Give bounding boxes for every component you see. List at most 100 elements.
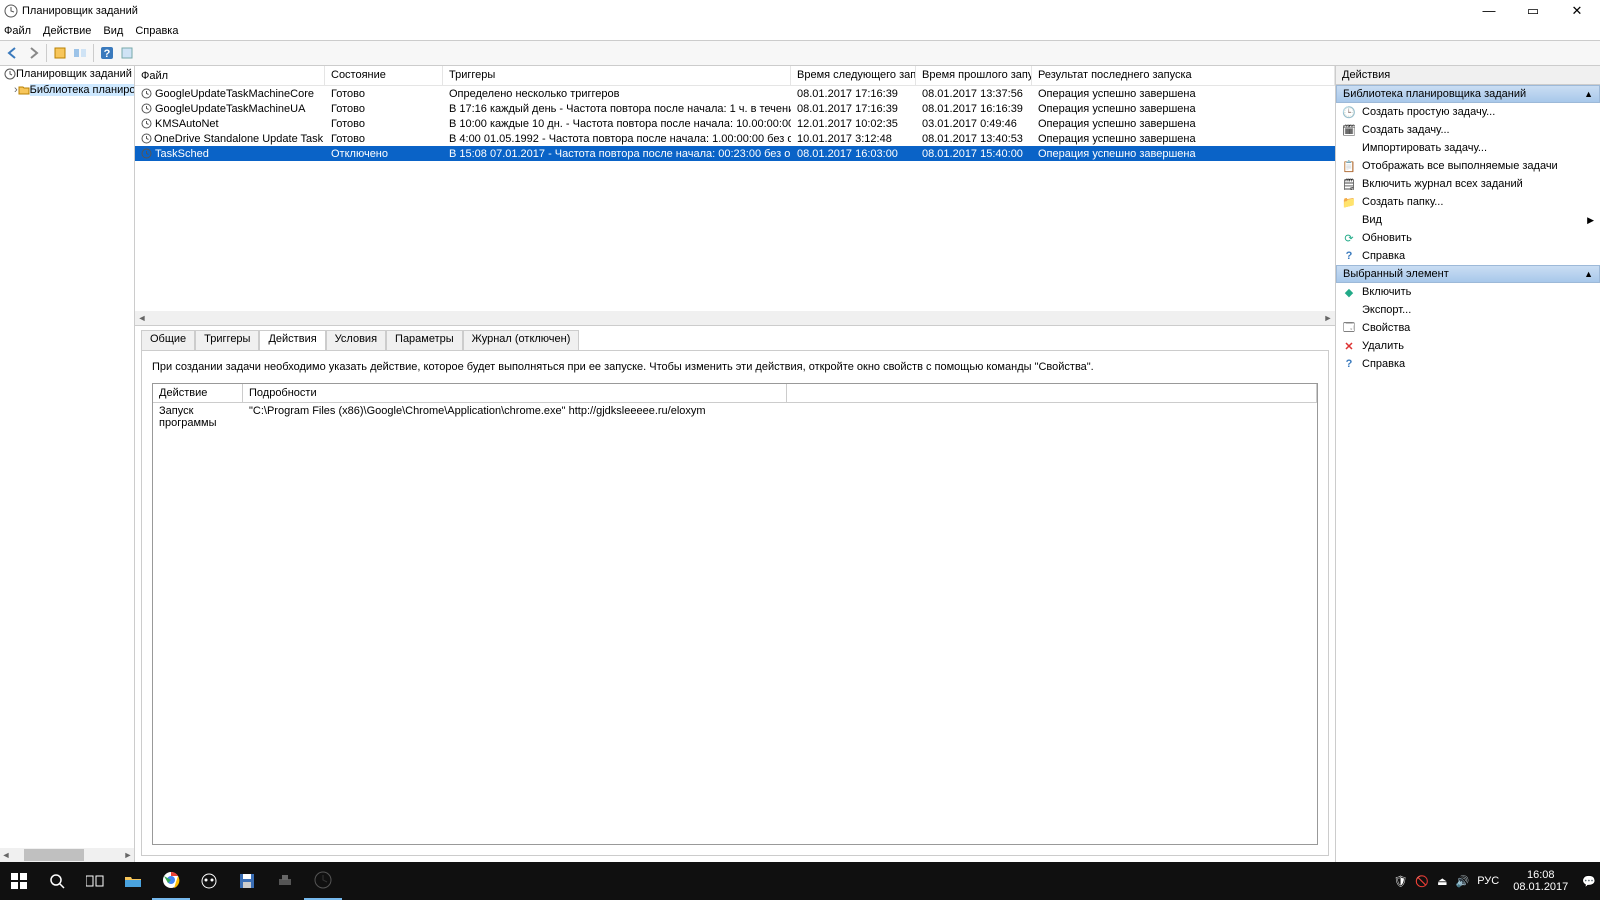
tab-conditions[interactable]: Условия [326, 330, 386, 350]
clock-date: 08.01.2017 [1513, 881, 1568, 893]
header-state[interactable]: Состояние [325, 66, 443, 85]
taskbar: 🛡 🚫 ⏏ 🔊 РУС 16:08 08.01.2017 💬 [0, 862, 1600, 900]
svg-text:?: ? [104, 48, 111, 60]
app-icon-skull[interactable] [190, 862, 228, 900]
tray-network-icon[interactable]: 🚫 [1415, 875, 1429, 888]
menu-bar: Файл Действие Вид Справка [0, 22, 1600, 40]
minimize-button[interactable]: — [1476, 3, 1502, 19]
toolbar-icon-2[interactable] [71, 44, 89, 62]
back-button[interactable] [4, 44, 22, 62]
taskbar-clock[interactable]: 16:08 08.01.2017 [1507, 869, 1574, 893]
task-row[interactable]: TaskSchedОтключеноВ 15:08 07.01.2017 - Ч… [135, 146, 1335, 161]
action-delete[interactable]: ✕Удалить [1336, 337, 1600, 355]
actions-section-selected[interactable]: Выбранный элемент ▲ [1336, 265, 1600, 283]
header-last-run[interactable]: Время прошлого запуска [916, 66, 1032, 85]
action-show-running[interactable]: 📋Отображать все выполняемые задачи [1336, 157, 1600, 175]
collapse-icon: ▲ [1584, 89, 1593, 99]
save-icon[interactable] [228, 862, 266, 900]
action-header-action[interactable]: Действие [153, 384, 243, 402]
tab-general[interactable]: Общие [141, 330, 195, 350]
task-list-header: Файл Состояние Триггеры Время следующего… [135, 66, 1335, 86]
details-pane: Общие Триггеры Действия Условия Параметр… [135, 326, 1335, 862]
task-row[interactable]: GoogleUpdateTaskMachineCoreГотовоОпредел… [135, 86, 1335, 101]
tray-notifications-icon[interactable]: 💬 [1582, 875, 1596, 888]
actions-section-library[interactable]: Библиотека планировщика заданий ▲ [1336, 85, 1600, 103]
folder-icon [18, 84, 30, 96]
tab-actions[interactable]: Действия [259, 330, 325, 350]
actions-section-selected-label: Выбранный элемент [1343, 268, 1449, 280]
action-help-2[interactable]: ?Справка [1336, 355, 1600, 373]
task-icon: 🗓 [1342, 124, 1356, 137]
tasklist-hscroll[interactable]: ◄► [135, 311, 1335, 325]
search-icon[interactable] [38, 862, 76, 900]
actions-pane: Действия Библиотека планировщика заданий… [1335, 66, 1600, 862]
menu-view[interactable]: Вид [103, 25, 123, 37]
help-icon: ? [1342, 250, 1356, 262]
taskscheduler-icon[interactable] [304, 862, 342, 900]
action-row[interactable]: Запуск программы "C:\Program Files (x86)… [153, 403, 1317, 431]
tab-triggers[interactable]: Триггеры [195, 330, 259, 350]
delete-icon: ✕ [1342, 340, 1356, 353]
collapse-icon: ▲ [1584, 269, 1593, 279]
enable-icon: ◆ [1342, 286, 1356, 299]
action-create-basic[interactable]: 🕒Создать простую задачу... [1336, 103, 1600, 121]
action-properties[interactable]: 🗔Свойства [1336, 319, 1600, 337]
action-import[interactable]: Импортировать задачу... [1336, 139, 1600, 157]
header-file[interactable]: Файл [135, 66, 325, 85]
tray-usb-icon[interactable]: ⏏ [1437, 875, 1447, 888]
tray-language[interactable]: РУС [1477, 875, 1499, 887]
menu-file[interactable]: Файл [4, 25, 31, 37]
tree-hscroll[interactable]: ◄ ► [0, 848, 134, 862]
forward-button[interactable] [24, 44, 42, 62]
action-new-folder[interactable]: 📁Создать папку... [1336, 193, 1600, 211]
action-refresh[interactable]: ⟳Обновить [1336, 229, 1600, 247]
tray-defender-icon[interactable]: 🛡 [1393, 875, 1407, 888]
task-list: Файл Состояние Триггеры Время следующего… [135, 66, 1335, 326]
list-icon: 📋 [1342, 160, 1356, 173]
menu-help[interactable]: Справка [135, 25, 178, 37]
toolbar-icon-1[interactable] [51, 44, 69, 62]
tab-history[interactable]: Журнал (отключен) [463, 330, 580, 350]
header-triggers[interactable]: Триггеры [443, 66, 791, 85]
tree-library[interactable]: › Библиотека планировщика заданий [0, 82, 134, 98]
history-icon: 🗒 [1342, 178, 1356, 191]
app-icon [4, 4, 18, 18]
app-icon-wot[interactable] [266, 862, 304, 900]
chevron-right-icon: ▶ [1587, 215, 1594, 226]
action-create-task[interactable]: 🗓Создать задачу... [1336, 121, 1600, 139]
maximize-button[interactable]: ▭ [1520, 3, 1546, 19]
action-view[interactable]: Вид▶ [1336, 211, 1600, 229]
task-row[interactable]: OneDrive Standalone Update Task v2Готово… [135, 131, 1335, 146]
action-enable-history[interactable]: 🗒Включить журнал всех заданий [1336, 175, 1600, 193]
action-header-details[interactable]: Подробности [243, 384, 787, 402]
explorer-icon[interactable] [114, 862, 152, 900]
clock-icon [4, 68, 16, 80]
close-button[interactable]: ✕ [1564, 3, 1590, 19]
actions-pane-title: Действия [1336, 66, 1600, 85]
menu-action[interactable]: Действие [43, 25, 91, 37]
start-button[interactable] [0, 862, 38, 900]
action-export[interactable]: Экспорт... [1336, 301, 1600, 319]
toolbar: ? [0, 40, 1600, 66]
title-bar: Планировщик заданий — ▭ ✕ [0, 0, 1600, 22]
clock-icon [141, 118, 153, 130]
toolbar-icon-3[interactable] [118, 44, 136, 62]
header-result[interactable]: Результат последнего запуска [1032, 66, 1335, 85]
action-enable[interactable]: ◆Включить [1336, 283, 1600, 301]
action-help[interactable]: ?Справка [1336, 247, 1600, 265]
task-row[interactable]: KMSAutoNetГотовоВ 10:00 каждые 10 дн. - … [135, 116, 1335, 131]
tree-library-label: Библиотека планировщика заданий [30, 84, 135, 96]
help-icon[interactable]: ? [98, 44, 116, 62]
task-row[interactable]: GoogleUpdateTaskMachineUAГотовоВ 17:16 к… [135, 101, 1335, 116]
chrome-icon[interactable] [152, 862, 190, 900]
refresh-icon: ⟳ [1342, 232, 1356, 245]
task-view-icon[interactable] [76, 862, 114, 900]
properties-icon: 🗔 [1342, 319, 1356, 338]
help-icon: ? [1342, 358, 1356, 370]
task-icon: 🕒 [1342, 106, 1356, 119]
actions-section-library-label: Библиотека планировщика заданий [1343, 88, 1526, 100]
tray-volume-icon[interactable]: 🔊 [1456, 875, 1470, 888]
tree-root[interactable]: Планировщик заданий (Локальный) [0, 66, 134, 82]
header-next-run[interactable]: Время следующего запуска [791, 66, 916, 85]
tab-settings[interactable]: Параметры [386, 330, 463, 350]
